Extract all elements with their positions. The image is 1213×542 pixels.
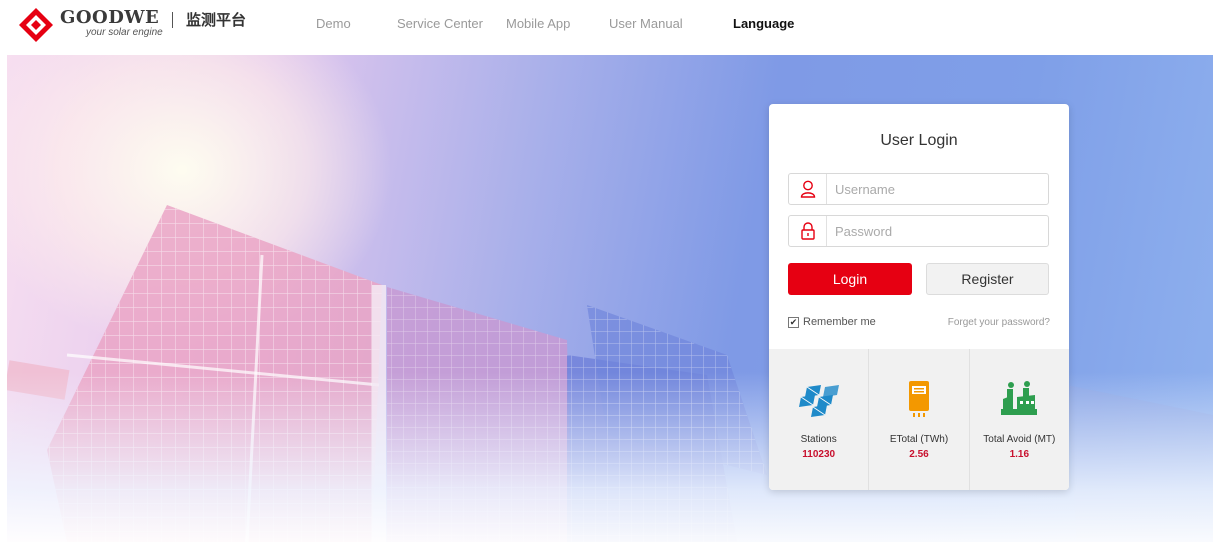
stat-avoid-label: Total Avoid (MT) bbox=[983, 434, 1056, 445]
password-field[interactable] bbox=[788, 215, 1049, 247]
username-field[interactable] bbox=[788, 173, 1049, 205]
remember-me[interactable]: ✔ Remember me bbox=[788, 316, 876, 328]
nav-user-manual[interactable]: User Manual bbox=[609, 16, 683, 31]
forget-password-link[interactable]: Forget your password? bbox=[948, 317, 1050, 328]
stat-etotal: ETotal (TWh) 2.56 bbox=[869, 349, 970, 490]
lock-icon bbox=[789, 216, 827, 246]
inverter-icon bbox=[908, 381, 929, 417]
stat-etotal-label: ETotal (TWh) bbox=[889, 434, 949, 445]
stat-etotal-value: 2.56 bbox=[909, 449, 929, 460]
language-selector[interactable]: Language bbox=[733, 16, 794, 31]
brand-tagline: your solar engine bbox=[86, 27, 163, 38]
password-input[interactable] bbox=[835, 221, 1035, 241]
user-icon bbox=[789, 174, 827, 204]
top-header: GOODWE your solar engine 监测平台 Demo Servi… bbox=[0, 0, 1213, 48]
factory-icon bbox=[1001, 381, 1038, 415]
login-title: User Login bbox=[880, 132, 958, 149]
login-button[interactable]: Login bbox=[788, 263, 912, 295]
brand-name: GOODWE bbox=[60, 7, 160, 28]
nav-mobile-app[interactable]: Mobile App bbox=[506, 16, 570, 31]
header-divider bbox=[172, 12, 173, 28]
username-input[interactable] bbox=[835, 179, 1035, 199]
stat-avoid: Total Avoid (MT) 1.16 bbox=[970, 349, 1069, 490]
stat-stations: Stations 110230 bbox=[769, 349, 870, 490]
register-button[interactable]: Register bbox=[926, 263, 1049, 295]
remember-label: Remember me bbox=[803, 316, 876, 328]
nav-demo[interactable]: Demo bbox=[316, 16, 351, 31]
login-panel: User Login Login Register ✔ Remember me … bbox=[769, 104, 1069, 490]
stats-bar: Stations 110230 ETotal (TWh) 2.56 Total … bbox=[769, 349, 1069, 490]
stat-stations-value: 110230 bbox=[802, 449, 836, 460]
platform-title: 监测平台 bbox=[186, 12, 247, 29]
stat-avoid-value: 1.16 bbox=[1009, 449, 1030, 460]
goodwe-logo-icon bbox=[19, 8, 53, 42]
remember-checkbox[interactable]: ✔ bbox=[788, 316, 799, 328]
stat-stations-label: Stations bbox=[800, 434, 837, 445]
nav-service-center[interactable]: Service Center bbox=[397, 16, 483, 31]
solar-panel-icon bbox=[798, 385, 839, 417]
